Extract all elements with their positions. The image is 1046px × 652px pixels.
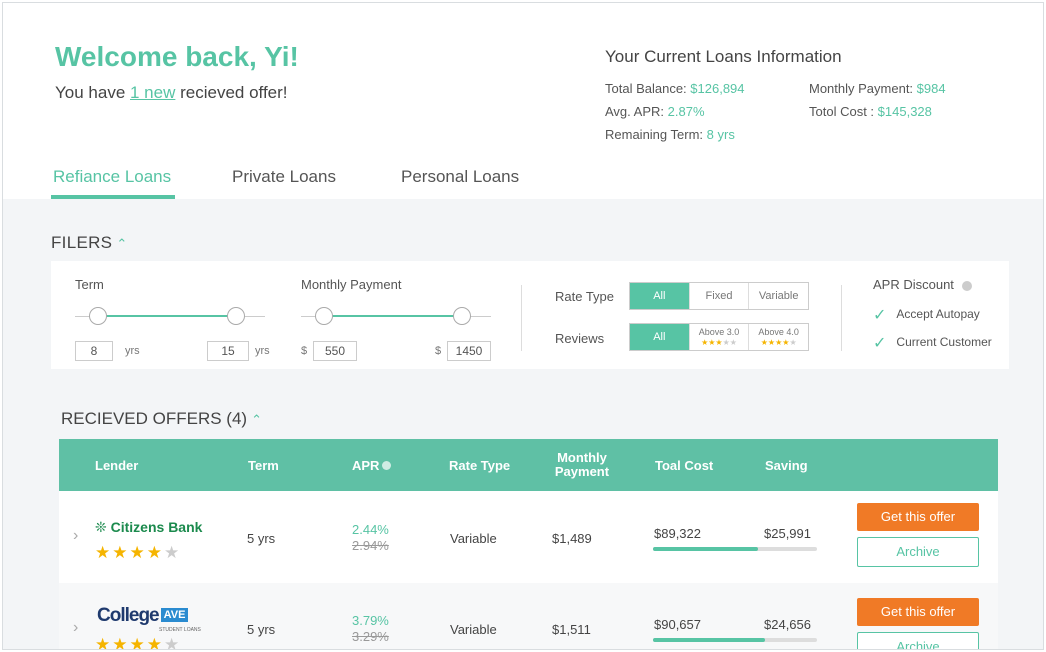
tab-refinance-loans[interactable]: Refiance Loans	[53, 167, 171, 187]
filters-toggle[interactable]: FILERS ⌃	[51, 233, 128, 253]
rate-type-variable[interactable]: Variable	[748, 283, 808, 309]
reviews-selector: All Above 3.0 ★★★★★ Above 4.0 ★★★★★	[629, 323, 809, 351]
rate-type-selector: All Fixed Variable	[629, 282, 809, 310]
term-min-input[interactable]: 8	[75, 341, 113, 361]
total-balance: Total Balance: $126,894	[605, 81, 745, 96]
term-value: 5 yrs	[247, 622, 276, 637]
checkmark-icon: ✓	[873, 335, 887, 352]
info-icon	[382, 461, 392, 470]
payment-max-input[interactable]: 1450	[447, 341, 491, 361]
col-saving[interactable]: Saving	[765, 458, 808, 473]
checkmark-icon: ✓	[873, 307, 887, 324]
expand-chevron-icon[interactable]: ›	[73, 619, 78, 637]
archive-button[interactable]: Archive	[857, 632, 979, 649]
lender-logo-subtitle: STUDENT LOANS	[159, 627, 201, 633]
rate-type-label: Rate Type	[555, 289, 615, 304]
star-icon: ★★★★★	[701, 338, 737, 347]
term-value: 5 yrs	[247, 531, 276, 546]
loan-info-title: Your Current Loans Information	[605, 47, 842, 66]
monthly-payment: Monthly Payment: $984	[809, 81, 946, 96]
term-max-unit: yrs	[255, 345, 270, 357]
star-icon: ★★★★★	[760, 338, 797, 347]
reviews-above-4[interactable]: Above 4.0 ★★★★★	[748, 324, 808, 350]
total-cost-value: $90,657	[654, 617, 701, 632]
remaining-term: Remaining Term: 8 yrs	[605, 127, 735, 142]
apr-old: 2.94%	[352, 538, 389, 553]
monthly-value: $1,489	[552, 531, 592, 546]
term-min-unit: yrs	[125, 345, 140, 357]
lender-logo-college-ave: College AVE	[97, 605, 189, 627]
loan-tabs: Refiance Loans Private Loans Personal Lo…	[3, 163, 1043, 201]
expand-chevron-icon[interactable]: ›	[73, 527, 78, 545]
apr-new: 3.79%	[352, 613, 389, 628]
get-offer-button[interactable]: Get this offer	[857, 598, 979, 626]
col-lender[interactable]: Lender	[95, 458, 138, 473]
apr-discount-label: APR Discount	[873, 277, 972, 292]
term-slider-fill	[99, 315, 234, 317]
total-cost: Totol Cost : $145,328	[809, 104, 932, 119]
cost-bar-fill	[653, 638, 765, 642]
rate-type-fixed[interactable]: Fixed	[688, 283, 749, 309]
tab-personal-loans[interactable]: Personal Loans	[401, 167, 519, 187]
reviews-all[interactable]: All	[630, 324, 689, 350]
get-offer-button[interactable]: Get this offer	[857, 503, 979, 531]
lender-logo-citizens: ❊ Citizens Bank	[95, 519, 203, 535]
monthly-value: $1,511	[552, 622, 591, 637]
checkbox-current-customer[interactable]: ✓ Current Customer	[873, 333, 992, 353]
rating-stars: ★★★★★	[95, 543, 182, 562]
col-apr[interactable]: APR	[352, 458, 392, 473]
payment-min-currency: $	[301, 345, 308, 357]
payment-max-handle[interactable]	[453, 307, 471, 325]
rate-type-all[interactable]: All	[630, 283, 689, 309]
term-max-input[interactable]: 15	[207, 341, 249, 361]
table-row: › College AVE STUDENT LOANS ★★★★★ 5 yrs 3…	[59, 583, 998, 650]
payment-max-currency: $	[435, 345, 442, 357]
offers-toggle[interactable]: RECIEVED OFFERS (4) ⌃	[61, 409, 262, 429]
monthly-payment-label: Monthly Payment	[301, 277, 402, 292]
tab-private-loans[interactable]: Private Loans	[232, 167, 336, 187]
saving-value: $25,991	[764, 526, 811, 541]
payment-min-input[interactable]: 550	[313, 341, 357, 361]
avg-apr: Avg. APR: 2.87%	[605, 104, 705, 119]
rate-type-value: Variable	[450, 531, 497, 546]
rate-type-value: Variable	[450, 622, 497, 637]
citizens-logo-icon: ❊	[95, 519, 107, 535]
new-offer-link[interactable]: 1 new	[130, 83, 175, 102]
apr-new: 2.44%	[352, 522, 389, 537]
info-icon[interactable]	[961, 280, 972, 291]
chevron-up-icon: ⌃	[116, 236, 128, 251]
payment-min-handle[interactable]	[315, 307, 333, 325]
cost-bar-fill	[653, 547, 758, 551]
filter-panel: Term 8 yrs 15 yrs Monthly Payment $ 550 …	[51, 261, 1009, 369]
chevron-up-icon: ⌃	[251, 412, 262, 427]
reviews-label: Reviews	[555, 331, 605, 346]
offers-table-header: Lender Term APR Rate Type Monthly Paymen…	[59, 439, 998, 491]
archive-button[interactable]: Archive	[857, 537, 979, 567]
payment-slider-fill	[325, 315, 461, 317]
welcome-title: Welcome back, Yi!	[55, 41, 299, 72]
app-frame: Welcome back, Yi! You have 1 new recieve…	[2, 2, 1044, 650]
term-max-handle[interactable]	[227, 307, 245, 325]
col-term[interactable]: Term	[248, 458, 279, 473]
reviews-above-3[interactable]: Above 3.0 ★★★★★	[688, 324, 749, 350]
term-min-handle[interactable]	[89, 307, 107, 325]
apr-old: 3.29%	[352, 629, 389, 644]
offer-notice: You have 1 new recieved offer!	[55, 83, 288, 102]
col-rate-type[interactable]: Rate Type	[449, 458, 510, 473]
table-row: › ❊ Citizens Bank ★★★★★ 5 yrs 2.44% 2.94…	[59, 491, 998, 583]
checkbox-accept-autopay[interactable]: ✓ Accept Autopay	[873, 305, 980, 325]
rating-stars: ★★★★★	[95, 635, 182, 650]
term-label: Term	[75, 277, 104, 292]
col-monthly-payment[interactable]: Monthly Payment	[553, 451, 611, 479]
col-total-cost[interactable]: Toal Cost	[655, 458, 713, 473]
divider	[521, 285, 522, 351]
saving-value: $24,656	[764, 617, 811, 632]
total-cost-value: $89,322	[654, 526, 701, 541]
divider	[841, 285, 842, 351]
